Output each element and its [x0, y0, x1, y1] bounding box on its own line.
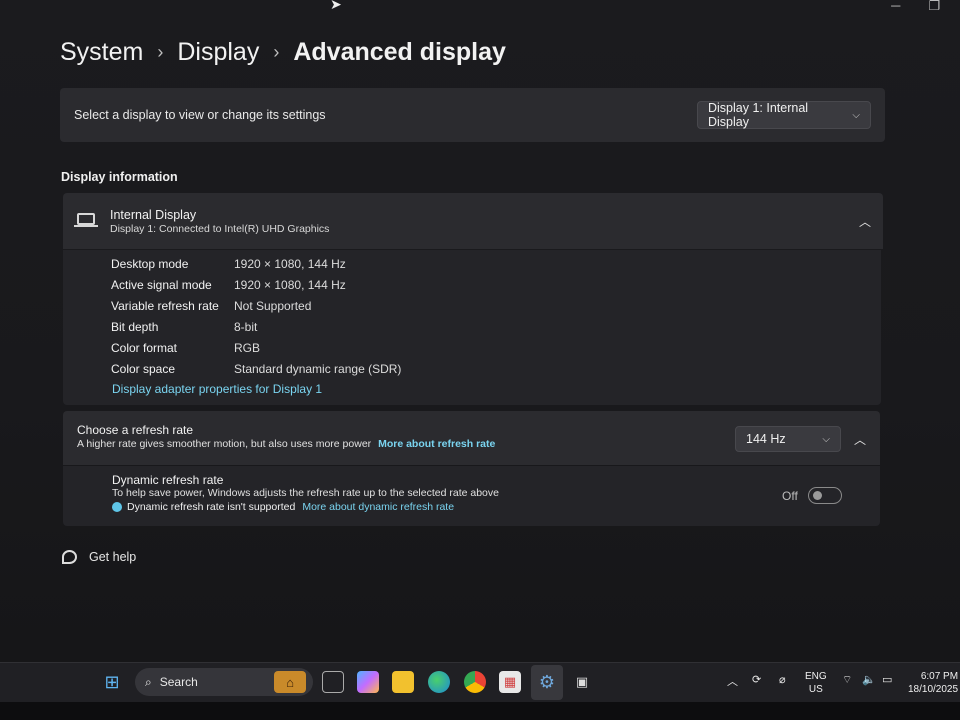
info-row: Bit depth 8-bit	[111, 320, 257, 334]
dynamic-refresh-note: Dynamic refresh rate isn't supported	[127, 501, 296, 513]
search-highlight-icon[interactable]: ⌂	[274, 671, 306, 693]
chrome-icon[interactable]	[464, 671, 486, 693]
info-key: Bit depth	[111, 320, 159, 334]
refresh-rate-dropdown[interactable]: 144 Hz ⌵	[735, 426, 841, 452]
wifi-icon[interactable]: ⌔	[842, 673, 852, 687]
dynamic-refresh-desc: To help save power, Windows adjusts the …	[112, 487, 499, 499]
info-row: Color space Standard dynamic range (SDR)	[111, 362, 401, 376]
mouse-cursor-icon: ➤	[330, 0, 342, 12]
windows-start-icon[interactable]: ⊞	[101, 671, 123, 693]
language-code: ENG	[805, 671, 827, 682]
dynamic-refresh-card: Dynamic refresh rate To help save power,…	[63, 466, 880, 526]
info-key: Variable refresh rate	[111, 299, 219, 313]
breadcrumb-system[interactable]: System	[60, 38, 143, 67]
chevron-right-icon: ›	[157, 42, 164, 62]
refresh-rate-desc-line: A higher rate gives smoother motion, but…	[77, 438, 495, 450]
dynamic-refresh-title: Dynamic refresh rate	[112, 473, 224, 487]
info-value: 8-bit	[234, 320, 258, 334]
section-title: Display information	[61, 170, 178, 184]
taskbar: ⊞ ⌕ Search ⌂ ▦ ⚙ ▣ ︿ ⟳ ⌀ ENG US ⌔ 🔈 ▭ 6:…	[0, 662, 960, 702]
network-off-icon[interactable]: ⌀	[779, 673, 786, 686]
info-row: Active signal mode 1920 × 1080, 144 Hz	[111, 278, 346, 292]
info-icon	[112, 502, 122, 512]
get-help-label: Get help	[89, 550, 137, 564]
toggle-knob	[813, 491, 822, 500]
page-title: Advanced display	[293, 38, 506, 66]
edge-icon[interactable]	[428, 671, 450, 693]
refresh-rate-title: Choose a refresh rate	[77, 423, 194, 437]
copilot-icon[interactable]	[357, 671, 379, 693]
info-key: Desktop mode	[111, 257, 189, 271]
chevron-right-icon: ›	[273, 42, 280, 62]
refresh-rate-header: Choose a refresh rate A higher rate give…	[63, 411, 880, 465]
display-select-dropdown[interactable]: Display 1: Internal Display ⌵	[697, 101, 871, 129]
app-icon[interactable]: ▣	[571, 671, 593, 693]
language-indicator[interactable]: ENG US	[805, 670, 827, 696]
info-value: Not Supported	[234, 299, 312, 313]
info-value: RGB	[234, 341, 261, 355]
get-help-link[interactable]: Get help	[62, 550, 136, 564]
clock-date: 18/10/2025	[908, 684, 959, 695]
info-row: Variable refresh rate Not Supported	[111, 299, 311, 313]
breadcrumb-display[interactable]: Display	[177, 38, 259, 67]
chevron-up-icon[interactable]: ︿	[727, 673, 738, 689]
window-controls: ─ ❐	[891, 0, 940, 14]
monitor-bezel	[0, 702, 960, 720]
clock-time: 6:07 PM	[920, 671, 959, 682]
search-label: Search	[159, 675, 198, 689]
settings-gear-icon[interactable]: ⚙	[536, 671, 558, 693]
dynamic-refresh-toggle[interactable]	[808, 487, 842, 504]
info-row: Desktop mode 1920 × 1080, 144 Hz	[111, 257, 346, 271]
display-info-body: Desktop mode 1920 × 1080, 144 Hz Active …	[63, 250, 881, 405]
info-value: 1920 × 1080, 144 Hz	[234, 278, 346, 292]
toggle-state-label: Off	[782, 489, 798, 503]
display-select-card: Select a display to view or change its s…	[60, 88, 885, 142]
dynamic-refresh-note-line: Dynamic refresh rate isn't supported Mor…	[112, 501, 454, 513]
refresh-rate-value: 144 Hz	[746, 432, 786, 446]
search-icon: ⌕	[145, 674, 152, 689]
info-value: Standard dynamic range (SDR)	[234, 362, 402, 376]
display-name: Internal Display	[110, 208, 197, 222]
battery-icon[interactable]: ▭	[882, 673, 892, 686]
display-info-header[interactable]: Internal Display Display 1: Connected to…	[63, 193, 883, 249]
settings-window: ➤ ─ ❐ System › Display › Advanced displa…	[0, 0, 960, 662]
store-icon[interactable]: ▦	[499, 671, 521, 693]
clock[interactable]: 6:07 PM 18/10/2025	[908, 670, 958, 696]
chevron-up-icon[interactable]: ︿	[854, 431, 866, 448]
info-row: Color format RGB	[111, 341, 260, 355]
sync-icon[interactable]: ⟳	[752, 673, 761, 686]
display-select-value: Display 1: Internal Display	[708, 101, 809, 129]
breadcrumb: System › Display › Advanced display	[60, 38, 506, 67]
info-key: Active signal mode	[111, 278, 212, 292]
refresh-rate-desc: A higher rate gives smoother motion, but…	[77, 438, 372, 450]
task-view-icon[interactable]	[322, 671, 344, 693]
help-chat-icon	[62, 550, 77, 564]
info-value: 1920 × 1080, 144 Hz	[234, 257, 346, 271]
region-code: US	[808, 684, 823, 695]
file-explorer-icon[interactable]	[392, 671, 414, 693]
restore-icon[interactable]: ❐	[928, 0, 940, 14]
info-key: Color format	[111, 341, 178, 355]
refresh-rate-link[interactable]: More about refresh rate	[378, 438, 495, 450]
volume-icon[interactable]: 🔈	[862, 673, 876, 686]
dynamic-refresh-link[interactable]: More about dynamic refresh rate	[302, 501, 454, 513]
chevron-up-icon[interactable]: ︿	[859, 213, 871, 230]
display-connection: Display 1: Connected to Intel(R) UHD Gra…	[110, 223, 330, 235]
display-select-label: Select a display to view or change its s…	[74, 108, 326, 122]
laptop-icon	[74, 213, 98, 227]
chevron-down-icon: ⌵	[822, 433, 830, 445]
adapter-properties-link[interactable]: Display adapter properties for Display 1	[112, 382, 322, 396]
minimize-icon[interactable]: ─	[891, 0, 900, 14]
info-key: Color space	[111, 362, 176, 376]
chevron-down-icon: ⌵	[852, 109, 860, 121]
